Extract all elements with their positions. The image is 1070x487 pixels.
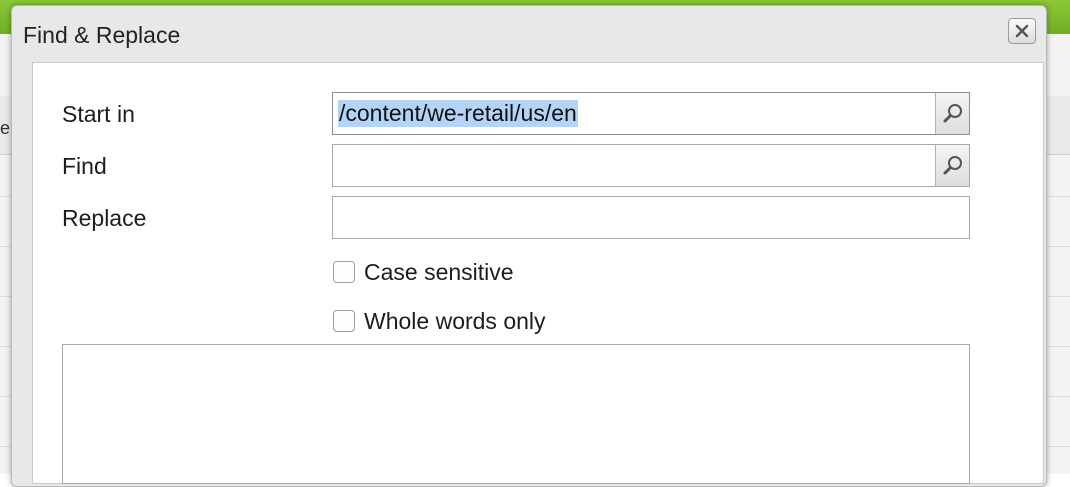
case-sensitive-checkbox[interactable] <box>333 261 355 283</box>
replace-field[interactable] <box>332 196 970 239</box>
find-label: Find <box>62 153 107 179</box>
replace-label: Replace <box>62 205 147 231</box>
start-in-browse-button[interactable] <box>935 93 969 134</box>
start-in-field[interactable]: /content/we-retail/us/en <box>332 92 970 135</box>
find-search-button[interactable] <box>935 145 969 186</box>
search-icon <box>943 155 962 174</box>
case-sensitive-label[interactable]: Case sensitive <box>364 259 514 286</box>
close-icon <box>1015 24 1029 38</box>
results-panel[interactable] <box>62 344 970 484</box>
search-icon <box>943 103 962 122</box>
start-in-value: /content/we-retail/us/en <box>338 100 578 127</box>
close-button[interactable] <box>1008 18 1036 44</box>
dialog-title: Find & Replace <box>23 22 181 48</box>
find-field[interactable] <box>332 144 970 187</box>
whole-words-checkbox[interactable] <box>333 310 355 332</box>
start-in-label: Start in <box>62 101 135 127</box>
whole-words-label[interactable]: Whole words only <box>364 308 546 335</box>
